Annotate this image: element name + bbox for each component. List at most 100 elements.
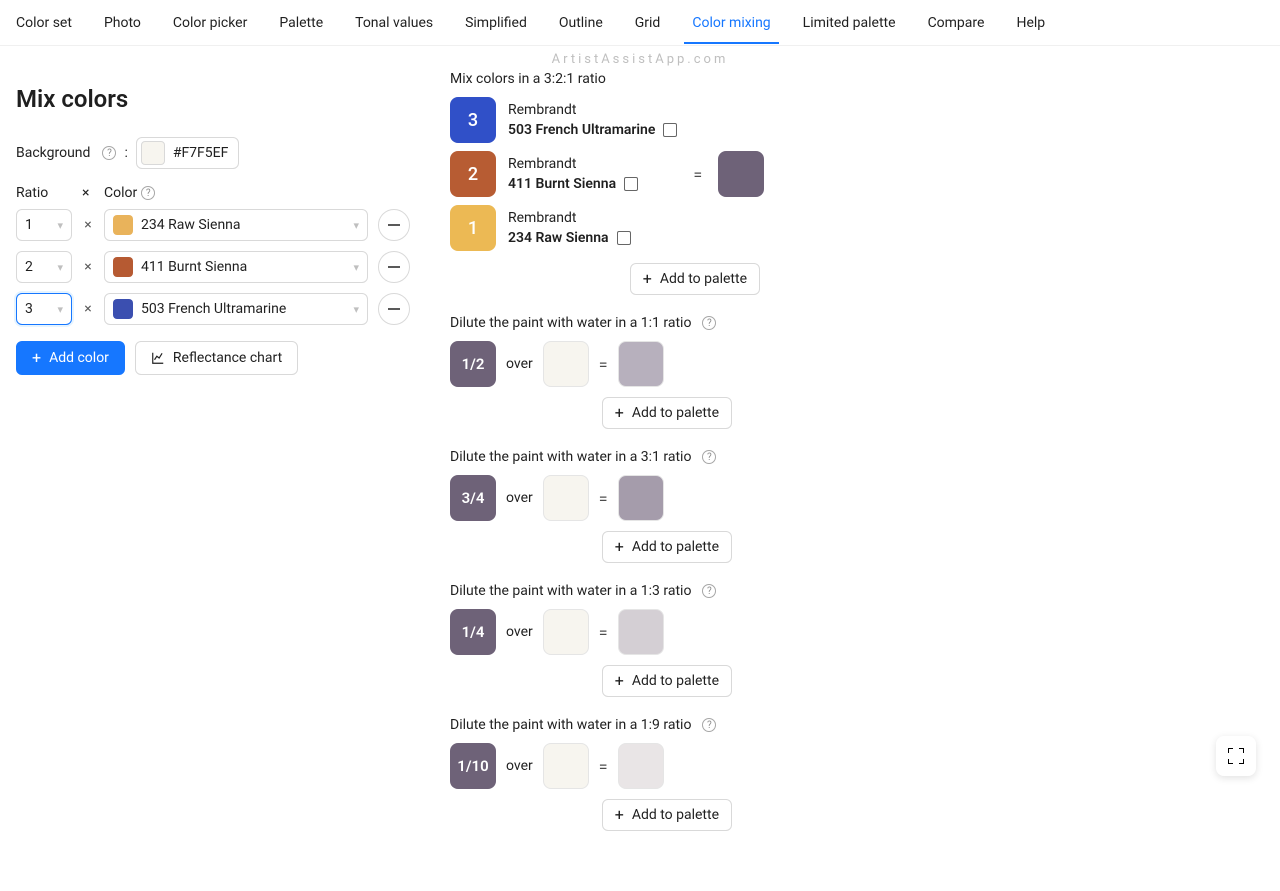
help-icon[interactable]: ? [702,584,716,598]
paint-checkbox[interactable] [617,231,631,245]
add-to-palette-button[interactable]: +Add to palette [602,665,732,697]
ratio-select[interactable]: 1▾ [16,209,72,241]
background-label: Background [16,145,90,161]
color-select[interactable]: 503 French Ultramarine▾ [104,293,368,325]
tab-compare[interactable]: Compare [928,3,985,43]
equals: = [599,623,608,642]
plus-icon: + [643,271,652,287]
over-label: over [506,490,533,506]
watermark: ArtistAssistApp.com [0,52,1280,67]
dilution-section: Dilute the paint with water in a 1:3 rat… [450,583,1264,697]
background-picker[interactable]: #F7F5EF [136,137,240,169]
chevron-down-icon: ▾ [353,219,359,232]
dilution-result-swatch [618,743,664,789]
background-hex: #F7F5EF [173,145,229,161]
part-ratio-chip: 3 [450,97,496,143]
paint-name: 503 French Ultramarine [508,121,677,139]
part-ratio-chip: 2 [450,151,496,197]
tab-tonal-values[interactable]: Tonal values [355,3,433,43]
tab-outline[interactable]: Outline [559,3,603,43]
chevron-down-icon: ▾ [353,261,359,274]
paint-name: 234 Raw Sienna [508,229,631,247]
ratio-select[interactable]: 2▾ [16,251,72,283]
dilution-title: Dilute the paint with water in a 1:1 rat… [450,315,691,331]
remove-color-button[interactable] [378,293,410,325]
reflectance-chart-button[interactable]: Reflectance chart [135,341,298,375]
help-icon[interactable]: ? [702,450,716,464]
chevron-down-icon: ▾ [57,261,63,274]
plus-icon: + [32,350,41,366]
help-icon[interactable]: ? [102,146,116,160]
remove-color-button[interactable] [378,251,410,283]
help-icon[interactable]: ? [702,316,716,330]
dilution-title: Dilute the paint with water in a 1:3 rat… [450,583,691,599]
paint-name: 411 Burnt Sienna [508,175,638,193]
paint-brand: Rembrandt [508,101,677,119]
minus-icon [388,266,400,268]
main-tabs: Color set Photo Color picker Palette Tonal v… [0,0,1280,46]
help-icon[interactable]: ? [141,186,155,200]
plus-icon: + [615,807,624,823]
tab-grid[interactable]: Grid [635,3,661,43]
paint-brand: Rembrandt [508,155,638,173]
add-to-palette-button[interactable]: +Add to palette [602,397,732,429]
tab-limited-palette[interactable]: Limited palette [803,3,896,43]
mix-row: 2▾×411 Burnt Sienna▾ [16,251,426,283]
mix-row: 3▾×503 French Ultramarine▾ [16,293,426,325]
equals: = [599,757,608,776]
dilution-result-swatch [618,341,664,387]
mix-part: 3 Rembrandt 503 French Ultramarine [450,97,677,143]
over-label: over [506,356,533,372]
add-to-palette-button[interactable]: + Add to palette [630,263,760,295]
color-select[interactable]: 411 Burnt Sienna▾ [104,251,368,283]
tab-color-mixing[interactable]: Color mixing [692,3,770,43]
mix-result-swatch [718,151,764,197]
color-select[interactable]: 234 Raw Sienna▾ [104,209,368,241]
tab-palette[interactable]: Palette [279,3,323,43]
tab-simplified[interactable]: Simplified [465,3,527,43]
dilution-section: Dilute the paint with water in a 1:9 rat… [450,717,1264,831]
equals: = [693,165,702,184]
mix-part: 1Rembrandt234 Raw Sienna [450,205,677,251]
ratio-header: Ratio [16,185,72,201]
dilution-section: Dilute the paint with water in a 3:1 rat… [450,449,1264,563]
paint-checkbox[interactable] [624,177,638,191]
chevron-down-icon: ▾ [353,303,359,316]
background-chip [543,475,589,521]
fullscreen-icon [1228,748,1244,764]
plus-icon: + [615,539,624,555]
line-chart-icon [151,351,165,365]
tab-color-set[interactable]: Color set [16,3,72,43]
color-swatch [113,257,133,277]
tab-photo[interactable]: Photo [104,3,141,43]
dilution-ratio-chip: 1/10 [450,743,496,789]
background-swatch [141,141,165,165]
equals: = [599,489,608,508]
tab-color-picker[interactable]: Color picker [173,3,247,43]
tab-help[interactable]: Help [1016,3,1045,43]
remove-color-button[interactable] [378,209,410,241]
minus-icon [388,308,400,310]
background-chip [543,609,589,655]
color-header: Color [104,185,137,201]
dilution-section: Dilute the paint with water in a 1:1 rat… [450,315,1264,429]
dilution-ratio-chip: 1/2 [450,341,496,387]
ratio-select[interactable]: 3▾ [16,293,72,325]
minus-icon [388,224,400,226]
paint-checkbox[interactable] [663,123,677,137]
mix-row: 1▾×234 Raw Sienna▾ [16,209,426,241]
add-to-palette-button[interactable]: +Add to palette [602,531,732,563]
part-ratio-chip: 1 [450,205,496,251]
over-label: over [506,624,533,640]
dilution-result-swatch [618,475,664,521]
dilution-result-swatch [618,609,664,655]
add-to-palette-button[interactable]: +Add to palette [602,799,732,831]
add-color-button[interactable]: + Add color [16,341,125,375]
color-swatch [113,299,133,319]
color-swatch [113,215,133,235]
dilution-ratio-chip: 1/4 [450,609,496,655]
plus-icon: + [615,673,624,689]
mix-part: 2 Rembrandt 411 Burnt Sienna [450,151,677,197]
fullscreen-button[interactable] [1216,736,1256,776]
help-icon[interactable]: ? [702,718,716,732]
